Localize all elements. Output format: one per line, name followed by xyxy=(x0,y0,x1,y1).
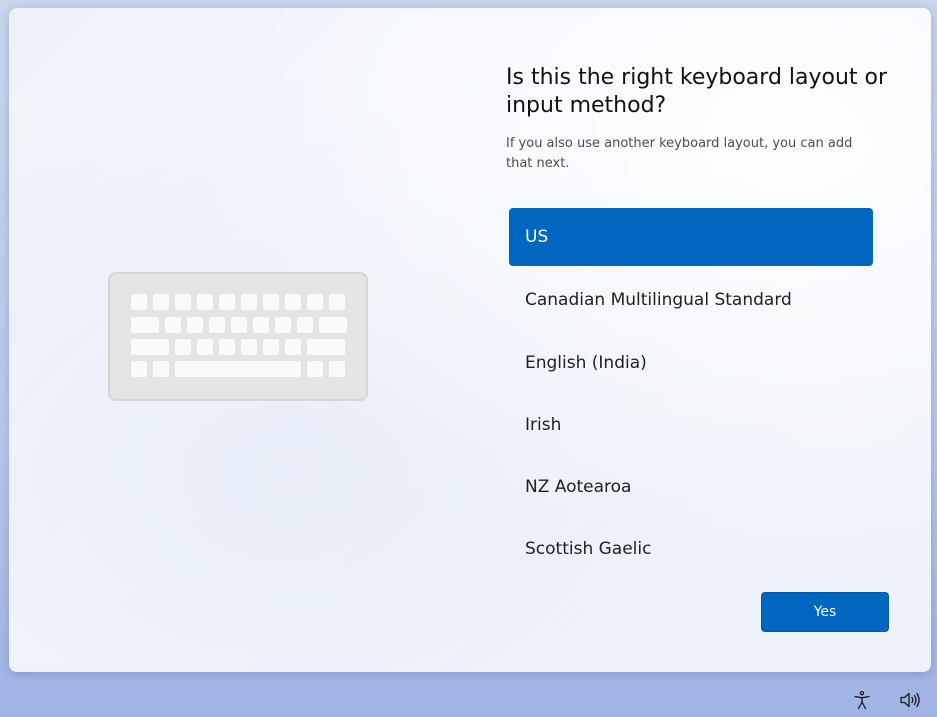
yes-button[interactable]: Yes xyxy=(761,592,889,632)
layout-list-item[interactable]: NZ Aotearoa xyxy=(509,458,873,516)
layout-list-item[interactable]: English (India) xyxy=(509,334,873,392)
layout-list-item-label: Irish xyxy=(525,415,562,435)
layout-list-item-label: NZ Aotearoa xyxy=(525,477,632,497)
keyboard-row xyxy=(131,294,345,310)
keyboard-row xyxy=(131,317,347,333)
volume-icon[interactable] xyxy=(898,688,922,712)
layout-list-item-label: English (India) xyxy=(525,353,647,373)
layout-list-item[interactable]: Scottish Gaelic xyxy=(509,520,873,578)
keyboard-row xyxy=(131,361,345,377)
page-subtitle: If you also use another keyboard layout,… xyxy=(506,136,853,171)
yes-button-label: Yes xyxy=(813,604,837,620)
keyboard-row xyxy=(131,339,345,355)
layout-list-item-label: US xyxy=(525,227,549,247)
page-title: Is this the right keyboard layout or inp… xyxy=(506,65,888,118)
layout-list-item[interactable]: Irish xyxy=(509,396,873,454)
layout-list-item[interactable]: US xyxy=(509,208,873,266)
layout-list-item-label: Scottish Gaelic xyxy=(525,539,652,559)
keyboard-layout-list[interactable]: US Canadian Multilingual Standard Englis… xyxy=(509,208,873,573)
layout-list-item[interactable]: Canadian Multilingual Standard xyxy=(509,271,873,329)
keyboard-illustration xyxy=(108,272,368,401)
accessibility-icon[interactable] xyxy=(850,688,874,712)
layout-list-item-label: Canadian Multilingual Standard xyxy=(525,290,792,310)
oobe-window: Is this the right keyboard layout or inp… xyxy=(9,8,931,672)
